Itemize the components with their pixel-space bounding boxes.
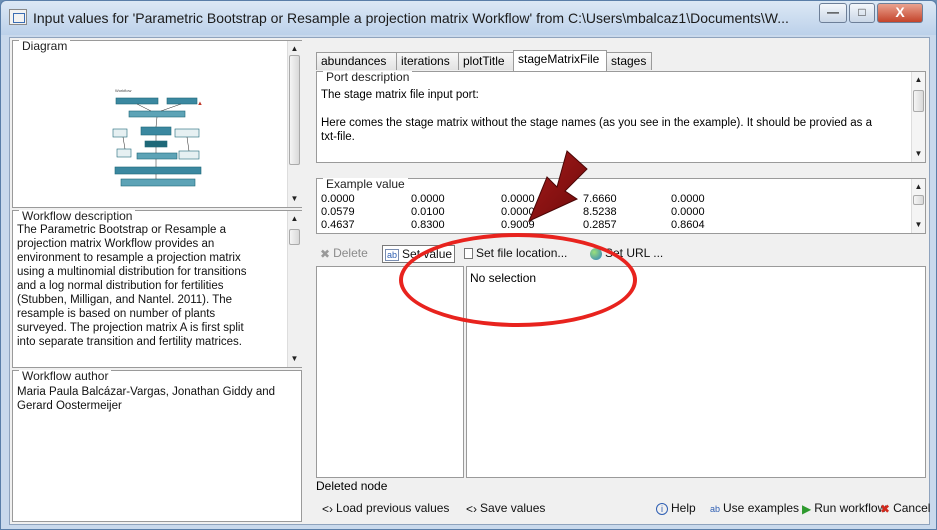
diagram-panel: Diagram Workflow ▲ ▲ ▼	[12, 40, 302, 208]
scroll-down-icon[interactable]: ▼	[912, 148, 925, 160]
workflow-author-panel: Workflow author Maria Paula Balcázar-Var…	[12, 370, 302, 522]
tab-stages[interactable]: stages	[606, 52, 652, 70]
cancel-button[interactable]: ✖ Cancel	[880, 501, 930, 516]
scroll-up-icon[interactable]: ▲	[912, 181, 925, 193]
tab-abundances[interactable]: abundances	[316, 52, 397, 70]
scroll-down-icon[interactable]: ▼	[288, 353, 301, 365]
arrows-icon: <›	[466, 501, 478, 516]
example-value-panel: Example value 0.0000 0.0000 0.0000 7.666…	[316, 178, 926, 234]
play-icon: ▶	[802, 501, 812, 516]
minimize-button[interactable]: —	[819, 3, 847, 23]
port-description-legend: Port description	[323, 71, 413, 84]
tab-stagematrixfile[interactable]: stageMatrixFile	[513, 50, 607, 71]
scroll-thumb[interactable]	[289, 229, 300, 245]
scroll-down-icon[interactable]: ▼	[288, 193, 301, 205]
dialog-window: Input values for 'Parametric Bootstrap o…	[0, 0, 937, 530]
workflow-description-panel: Workflow description The Parametric Boot…	[12, 210, 302, 368]
port-description-panel: Port description The stage matrix file i…	[316, 71, 926, 163]
scroll-thumb[interactable]	[913, 90, 924, 112]
run-workflow-button[interactable]: ▶ Run workflow	[802, 501, 886, 516]
svg-text:Workflow: Workflow	[115, 88, 131, 93]
scroll-up-icon[interactable]: ▲	[288, 43, 301, 55]
description-legend: Workflow description	[19, 210, 136, 223]
diagram-legend: Diagram	[19, 40, 71, 53]
scroll-down-icon[interactable]: ▼	[912, 219, 925, 231]
diagram-scrollbar[interactable]: ▲ ▼	[287, 41, 302, 207]
arrows-icon: <›	[322, 501, 334, 516]
scroll-up-icon[interactable]: ▲	[912, 74, 925, 86]
tab-plottitle[interactable]: plotTitle	[458, 52, 514, 70]
example-value-legend: Example value	[323, 178, 408, 191]
cancel-x-icon: ✖	[880, 501, 891, 516]
text-value-icon: ab	[710, 503, 721, 514]
title-bar[interactable]: Input values for 'Parametric Bootstrap o…	[1, 1, 936, 35]
window-title: Input values for 'Parametric Bootstrap o…	[33, 10, 789, 26]
workflow-description-text: The Parametric Bootstrap or Resample a p…	[17, 224, 247, 348]
description-scrollbar[interactable]: ▲ ▼	[287, 211, 302, 367]
annotation-arrow-icon	[528, 150, 588, 222]
example-value-scrollbar[interactable]: ▲ ▼	[911, 179, 925, 233]
annotation-ellipse	[399, 233, 637, 327]
port-description-text: The stage matrix file input port: Here c…	[321, 89, 873, 143]
use-examples-button[interactable]: ab Use examples	[710, 501, 799, 515]
tab-iterations[interactable]: iterations	[396, 52, 459, 70]
close-button[interactable]: X	[877, 3, 923, 23]
maximize-button[interactable]: □	[849, 3, 875, 23]
author-legend: Workflow author	[19, 370, 112, 383]
save-values-button[interactable]: <› Save values	[466, 501, 545, 516]
delete-x-icon: ✖	[320, 246, 331, 261]
workflow-author-text: Maria Paula Balcázar-Vargas, Jonathan Gi…	[17, 386, 276, 412]
workflow-diagram-thumbnail[interactable]: Workflow ▲	[111, 83, 205, 191]
load-previous-values-button[interactable]: <› Load previous values	[322, 501, 449, 516]
scroll-thumb[interactable]	[913, 195, 924, 205]
scroll-thumb[interactable]	[289, 55, 300, 165]
help-button[interactable]: i Help	[656, 501, 696, 515]
svg-text:▲: ▲	[197, 101, 203, 107]
port-description-scrollbar[interactable]: ▲ ▼	[911, 72, 925, 162]
text-value-icon: ab	[385, 248, 400, 261]
dialog-footer: <› Load previous values <› Save values i He…	[316, 494, 930, 522]
app-icon	[9, 9, 27, 25]
info-icon: i	[656, 502, 668, 515]
scroll-up-icon[interactable]: ▲	[288, 213, 301, 225]
status-bar: Deleted node	[316, 479, 388, 493]
delete-button[interactable]: ✖ Delete	[320, 245, 368, 263]
